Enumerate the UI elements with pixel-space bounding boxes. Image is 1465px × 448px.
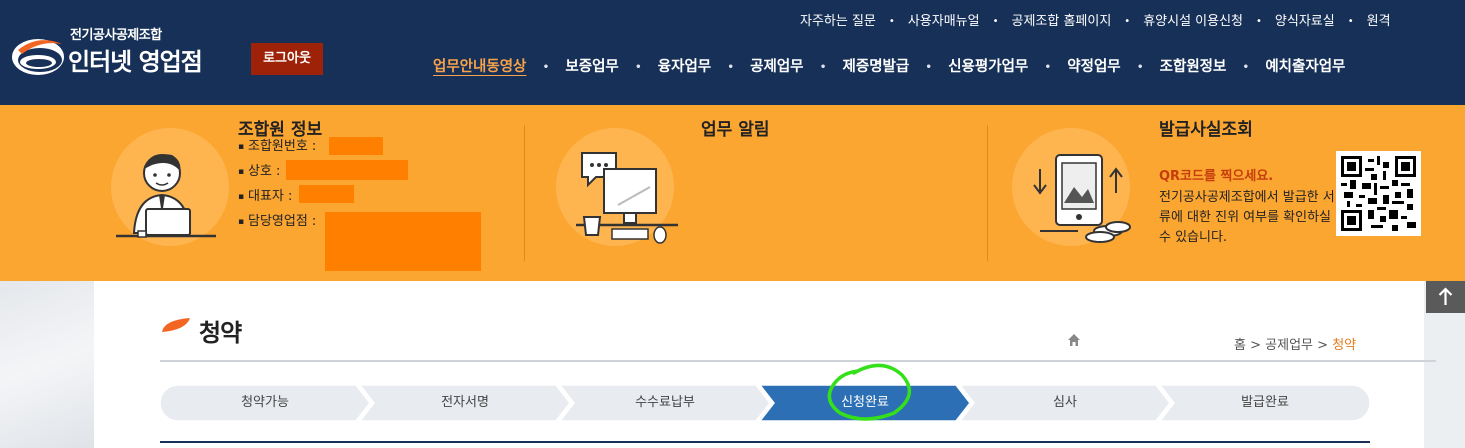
util-link-forms[interactable]: 양식자료실 <box>1275 10 1335 29</box>
nav-separator: • <box>727 61 734 73</box>
nav-item-credit-rating[interactable]: 신용평가업무 <box>948 55 1028 76</box>
nav-item-guarantee[interactable]: 보증업무 <box>565 55 618 76</box>
verify-illustration-icon <box>1033 154 1131 243</box>
breadcrumb-home[interactable]: 홈 <box>1234 338 1246 353</box>
breadcrumb-current: 청약 <box>1332 338 1357 353</box>
nav-separator: • <box>542 61 550 73</box>
table-top-border <box>160 441 1370 448</box>
nav-item-member-info[interactable]: 조합원정보 <box>1160 55 1227 76</box>
redacted-representative <box>299 185 354 203</box>
util-link-faq[interactable]: 자주하는 질문 <box>800 10 876 29</box>
utility-links: 자주하는 질문 • 사용자매뉴얼 • 공제조합 홈페이지 • 휴양시설 이용신청 • 양식자료실… <box>800 10 1391 29</box>
step-issued[interactable]: 발급완료 <box>1160 385 1370 421</box>
info-band: 조합원 정보 ▪ 조합원번호 : ▪ 상호 : ▪ 대표자 : ▪ 담당영업점 : 업무… <box>0 105 1465 281</box>
title-swoosh-icon <box>162 318 190 332</box>
member-illustration-icon <box>116 154 216 238</box>
nav-item-mutual-aid[interactable]: 공제업무 <box>750 55 803 76</box>
nav-item-video-guide[interactable]: 업무안내동영상 <box>433 55 526 76</box>
scroll-to-top-button[interactable] <box>1426 281 1465 313</box>
breadcrumb-separator: > <box>1250 338 1262 353</box>
step-label: 심사 <box>1053 395 1077 410</box>
nav-separator: • <box>635 61 642 73</box>
arrow-up-icon <box>1438 287 1453 305</box>
panel-divider <box>987 125 988 261</box>
util-link-remote[interactable]: 원격 <box>1367 10 1391 29</box>
page-background-left <box>0 281 94 448</box>
representative-label: 대표자 : <box>248 189 293 204</box>
qr-code-icon <box>1341 156 1416 231</box>
qr-code[interactable] <box>1336 151 1421 236</box>
main-nav: 업무안내동영상 • 보증업무 • 융자업무 • 공제업무 • 제증명발급 • 신용평가업무 • 약정업무… <box>433 55 1345 76</box>
step-label: 수수료납부 <box>635 395 695 410</box>
step-available[interactable]: 청약가능 <box>160 385 370 421</box>
nav-separator: • <box>1044 61 1051 73</box>
step-review[interactable]: 심사 <box>960 385 1170 421</box>
notice-title: 업무 알림 <box>701 120 770 140</box>
nav-separator: • <box>819 61 827 73</box>
nav-item-deposit[interactable]: 예치출자업무 <box>1265 55 1345 76</box>
util-link-manual[interactable]: 사용자매뉴얼 <box>908 10 980 29</box>
step-label: 전자서명 <box>441 395 489 410</box>
nav-separator: • <box>925 61 932 73</box>
logo-org-name: 전기공사공제조합 <box>70 28 162 43</box>
top-header: 전기공사공제조합 인터넷 영업점 로그아웃 자주하는 질문 • 사용자매뉴얼 • 공제조… <box>0 0 1465 105</box>
redacted-company-name <box>286 160 408 180</box>
page-title: 청약 <box>199 319 242 347</box>
home-icon[interactable] <box>1067 333 1081 347</box>
breadcrumb-section[interactable]: 공제업무 <box>1265 338 1313 353</box>
util-separator: • <box>1124 16 1131 27</box>
util-link-homepage[interactable]: 공제조합 홈페이지 <box>1011 10 1111 29</box>
nav-item-certificates[interactable]: 제증명발급 <box>843 55 910 76</box>
company-name-label: 상호 : <box>248 164 281 179</box>
step-fee-payment[interactable]: 수수료납부 <box>560 385 770 421</box>
logo-mark-icon <box>12 39 64 75</box>
util-separator: • <box>888 16 895 27</box>
title-divider <box>160 360 1436 362</box>
breadcrumb: 홈 > 공제업무 > 청약 <box>1234 334 1356 353</box>
notice-illustration-icon <box>576 152 678 244</box>
logo-service-name: 인터넷 영업점 <box>68 48 203 76</box>
breadcrumb-separator: > <box>1317 338 1329 353</box>
step-e-signature[interactable]: 전자서명 <box>360 385 570 421</box>
site-logo[interactable]: 전기공사공제조합 인터넷 영업점 <box>8 22 238 82</box>
step-label: 청약가능 <box>241 395 289 410</box>
panel-divider <box>524 125 525 261</box>
redacted-member-number <box>329 137 383 155</box>
field-bullet: ▪ <box>238 141 245 152</box>
application-steps: 청약가능 전자서명 수수료납부 신청완료 심사 발급완료 <box>160 363 1370 421</box>
qr-instruction-title: QR코드를 찍으세요. <box>1159 169 1274 184</box>
member-field-row: ▪ 조합원번호 : <box>238 135 316 160</box>
field-bullet: ▪ <box>238 216 245 227</box>
verify-title: 발급사실조회 <box>1159 120 1253 140</box>
field-bullet: ▪ <box>238 166 245 177</box>
field-bullet: ▪ <box>238 191 245 202</box>
util-link-resort[interactable]: 휴양시설 이용신청 <box>1143 10 1243 29</box>
util-separator: • <box>1256 16 1262 27</box>
branch-label: 담당영업점 : <box>248 214 317 229</box>
qr-instruction-text: 전기공사공제조합에서 발급한 서류에 대한 진위 여부를 확인하실 수 있습니다… <box>1159 190 1335 245</box>
nav-separator: • <box>1242 61 1250 73</box>
redacted-branch <box>325 212 481 271</box>
main-content: 청약 홈 > 공제업무 > 청약 청약가능 전자서명 수수료납부 신청완료 심사… <box>94 281 1436 448</box>
logout-button[interactable]: 로그아웃 <box>251 43 323 75</box>
nav-item-loan[interactable]: 융자업무 <box>658 55 711 76</box>
member-field-row: ▪ 담당영업점 : <box>238 210 316 235</box>
nav-item-agreement[interactable]: 약정업무 <box>1067 55 1120 76</box>
util-separator: • <box>1347 16 1354 27</box>
util-separator: • <box>992 16 999 27</box>
member-number-label: 조합원번호 : <box>248 139 317 154</box>
highlight-annotation <box>827 363 912 421</box>
step-label: 발급완료 <box>1241 395 1289 410</box>
nav-separator: • <box>1136 61 1144 73</box>
